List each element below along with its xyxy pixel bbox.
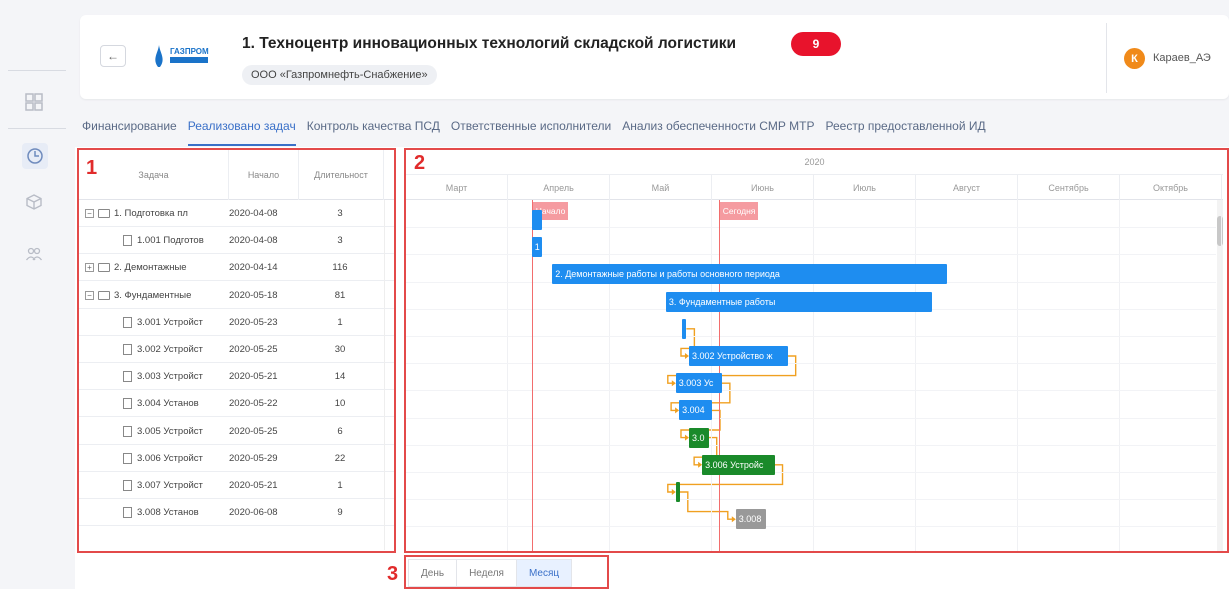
avatar[interactable]: К	[1124, 48, 1145, 69]
tab-2[interactable]: Контроль качества ПСД	[307, 116, 440, 146]
tab-3[interactable]: Ответственные исполнители	[451, 116, 611, 146]
back-button[interactable]: ←	[100, 45, 126, 67]
username[interactable]: Караев_АЭ	[1153, 52, 1211, 64]
organization-tag: ООО «Газпромнефть-Снабжение»	[242, 65, 437, 85]
rail-divider	[8, 70, 66, 71]
callout-box-grid	[77, 148, 396, 553]
header-divider	[1106, 23, 1107, 93]
page-title: 1. Техноцентр инновационных технологий с…	[242, 35, 737, 52]
left-rail	[0, 0, 75, 589]
notification-badge[interactable]: 9	[791, 32, 841, 56]
gazprom-logo: ГАЗПРОМ	[150, 43, 210, 69]
tab-0[interactable]: Финансирование	[82, 116, 177, 146]
app-root: ← ГАЗПРОМ 1. Техноцентр инновационных те…	[0, 0, 1229, 589]
callout-box-gantt	[404, 148, 1229, 553]
tab-5[interactable]: Реестр предоставленной ИД	[826, 116, 986, 146]
dashboard-icon[interactable]	[22, 90, 46, 114]
callout-number: 3	[387, 563, 399, 585]
users-icon[interactable]	[22, 242, 46, 266]
rail-divider	[8, 128, 66, 129]
tab-bar: Финансирование Реализовано задач Контроль …	[82, 116, 997, 146]
tab-1[interactable]: Реализовано задач	[187, 116, 296, 146]
callout-box-scale	[404, 555, 609, 589]
tab-4[interactable]: Анализ обеспеченности СМР МТР	[622, 116, 814, 146]
cube-icon[interactable]	[22, 190, 46, 214]
svg-text:ГАЗПРОМ: ГАЗПРОМ	[170, 47, 209, 56]
callout-number: 2	[414, 152, 426, 174]
project-header: ← ГАЗПРОМ 1. Техноцентр инновационных те…	[80, 15, 1229, 99]
callout-number: 1	[86, 157, 98, 179]
clock-icon[interactable]	[22, 143, 48, 169]
